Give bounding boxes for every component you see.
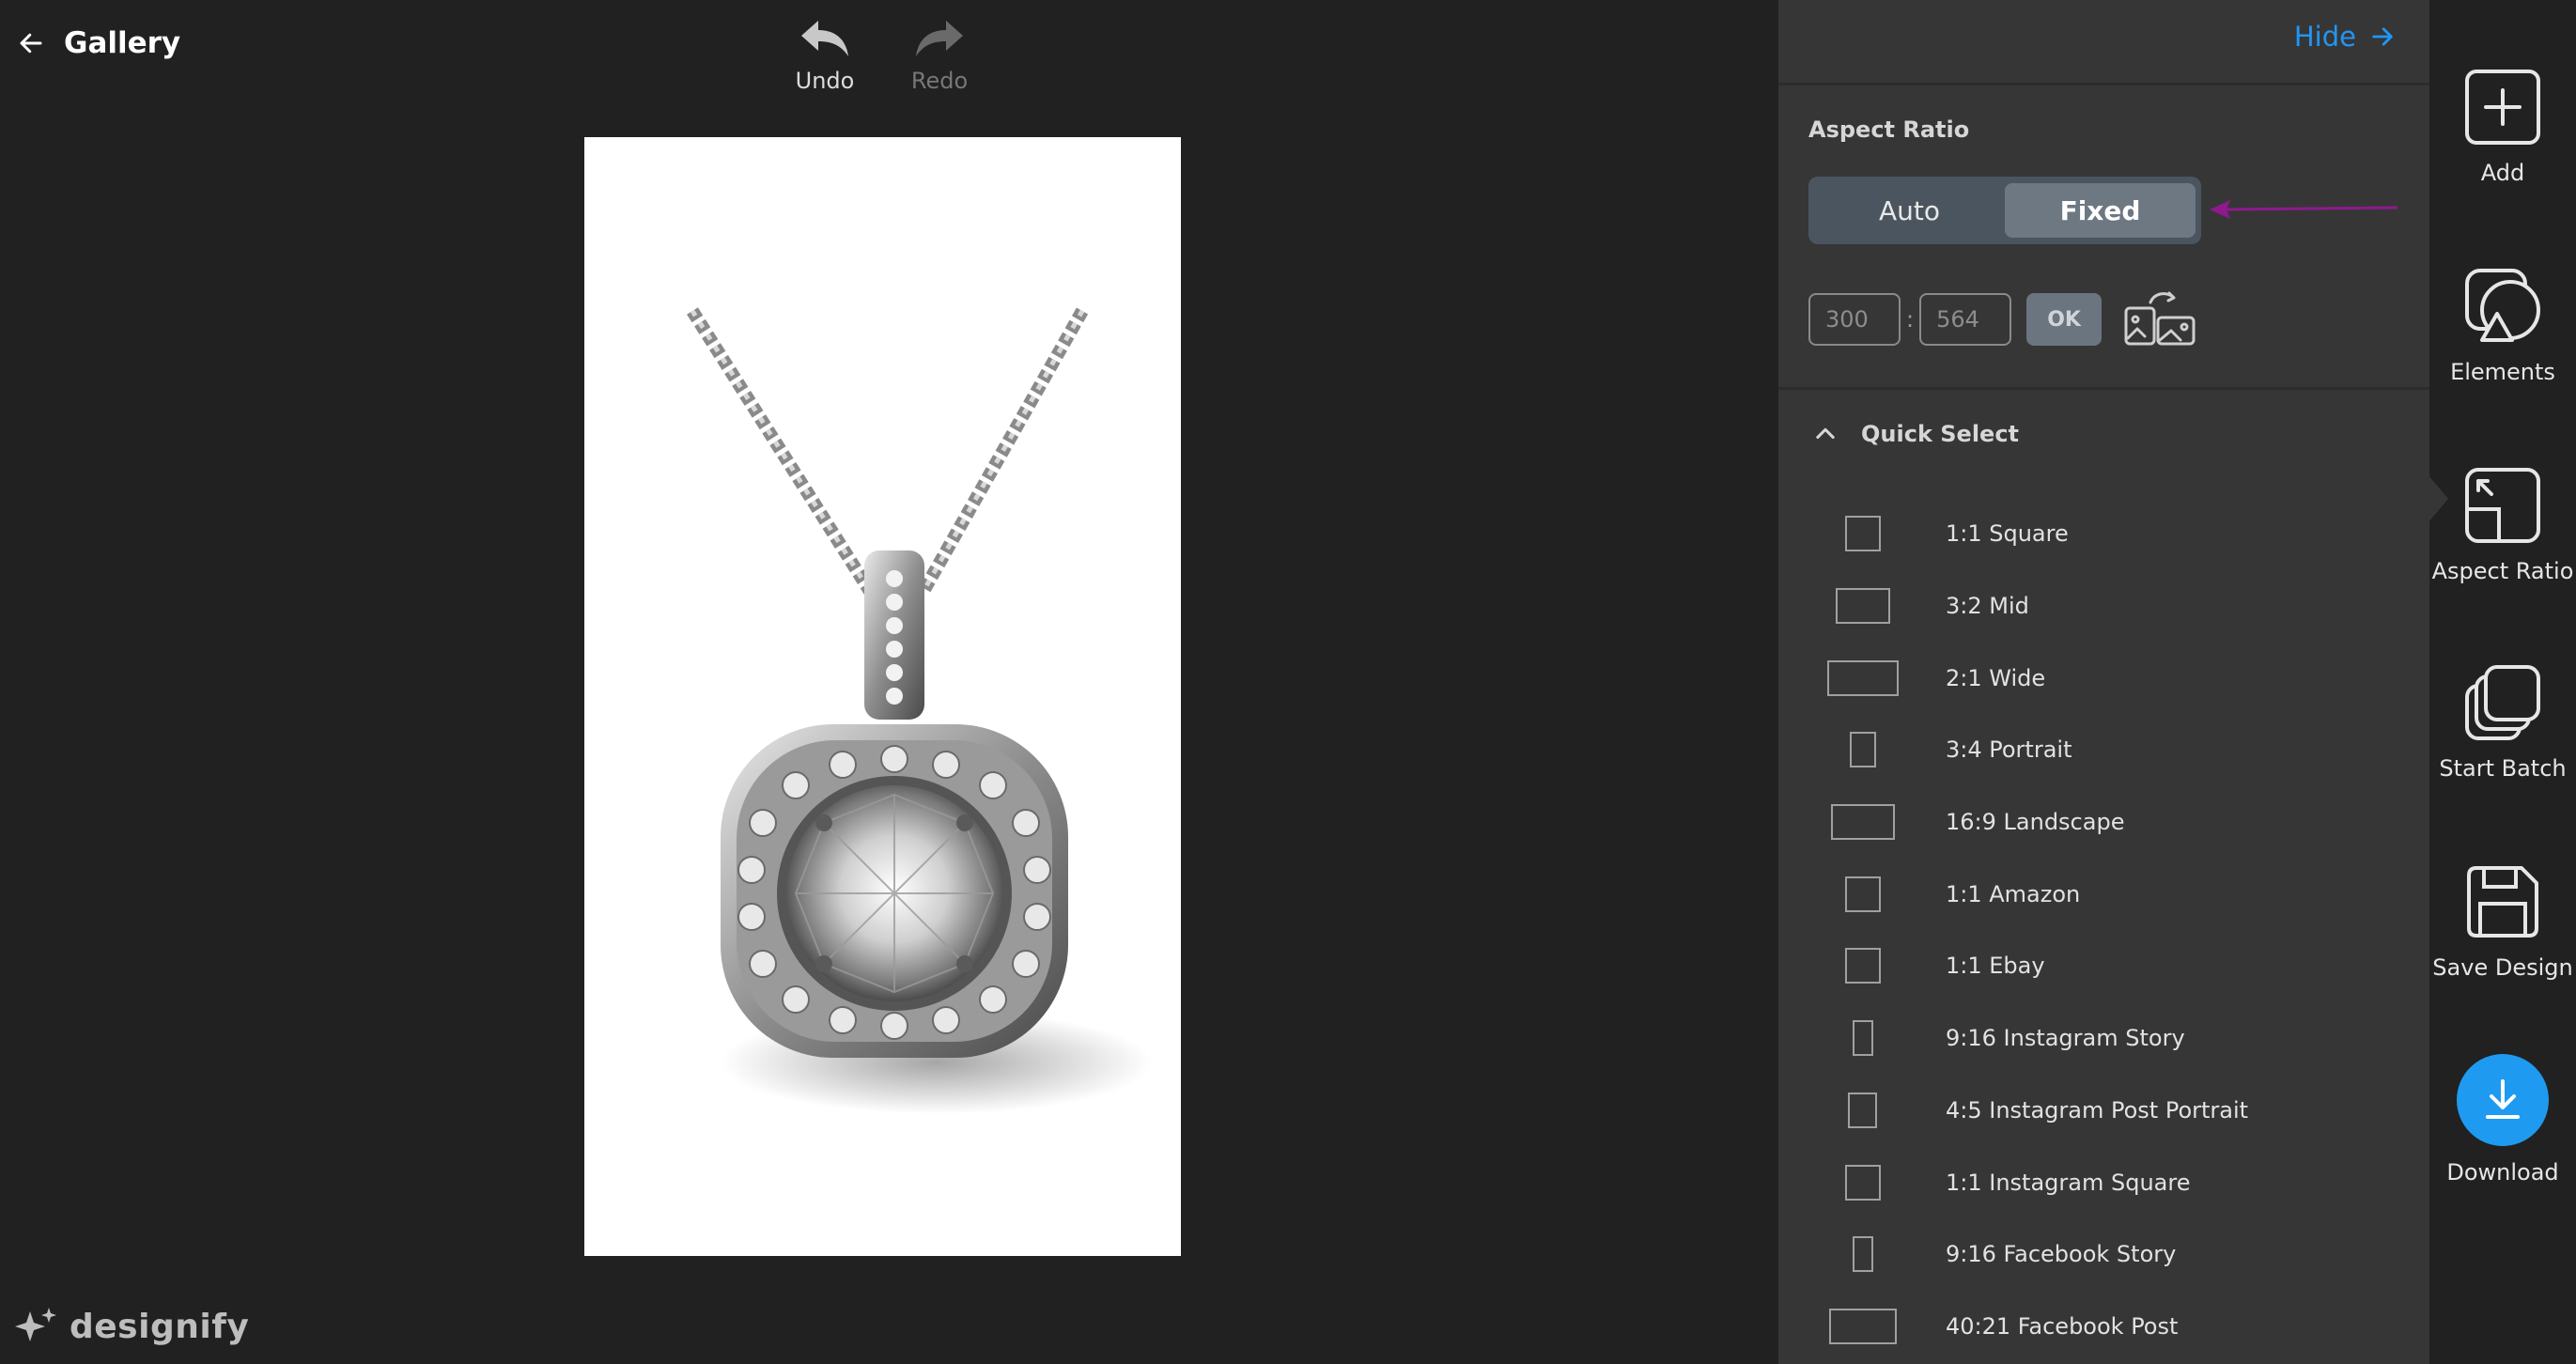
undo-label: Undo xyxy=(795,68,855,94)
quick-select-label: 1:1 Ebay xyxy=(1946,953,2045,980)
design-canvas[interactable] xyxy=(584,137,1181,1256)
tool-download[interactable]: Download xyxy=(2429,1054,2576,1186)
tool-aspect-ratio[interactable]: Aspect Ratio xyxy=(2429,466,2576,584)
quick-select-item-1-1-ebay[interactable]: 1:1 Ebay xyxy=(1778,930,2429,1002)
ratio-square-icon xyxy=(1844,948,1881,984)
ratio-separator: : xyxy=(1906,306,1915,333)
quick-select-item-9-16-facebook-story[interactable]: 9:16 Facebook Story xyxy=(1778,1218,2429,1291)
arrow-left-icon xyxy=(20,33,42,54)
designify-logo: designify xyxy=(13,1306,249,1347)
right-toolbar: Add Elements Aspect Ratio Start Batch Sa… xyxy=(2428,0,2576,1364)
quick-select-item-3-4-portrait[interactable]: 3:4 Portrait xyxy=(1778,714,2429,786)
quick-select-label: 3:2 Mid xyxy=(1946,593,2029,620)
quick-select-label: 9:16 Facebook Story xyxy=(1946,1241,2177,1268)
save-icon xyxy=(2467,866,2538,938)
ratio-width-input[interactable] xyxy=(1808,293,1901,346)
quick-select-label: 16:9 Landscape xyxy=(1946,809,2125,836)
ratio-square-icon xyxy=(1844,516,1881,552)
panel-divider xyxy=(1778,387,2429,390)
hide-panel-button[interactable]: Hide xyxy=(2294,21,2396,53)
tool-label: Download xyxy=(2446,1159,2559,1186)
sparkle-icon xyxy=(15,1308,56,1341)
brand-name: designify xyxy=(70,1307,250,1346)
ratio-input-row: : OK xyxy=(1808,289,2197,349)
pendant-product-image xyxy=(687,307,1153,1114)
annotation-arrow-icon xyxy=(2210,200,2398,219)
ratio-story-icon xyxy=(1852,1236,1873,1273)
hide-label: Hide xyxy=(2293,21,2356,53)
quick-select-label: 3:4 Portrait xyxy=(1946,736,2072,764)
chevron-up-icon xyxy=(1816,427,1835,440)
ratio-story-icon xyxy=(1852,1020,1873,1057)
quick-select-label: 4:5 Instagram Post Portrait xyxy=(1946,1096,2249,1124)
tool-elements[interactable]: Elements xyxy=(2429,267,2576,385)
quick-select-label: 40:21 Facebook Post xyxy=(1946,1312,2179,1340)
quick-select-item-1-1-amazon[interactable]: 1:1 Amazon xyxy=(1778,858,2429,930)
quick-select-toggle[interactable]: Quick Select xyxy=(1812,421,2019,447)
ratio-wide-icon xyxy=(1826,659,1899,696)
aspect-ratio-title: Aspect Ratio xyxy=(1808,116,1970,143)
quick-select-label: 2:1 Wide xyxy=(1946,664,2046,691)
ratio-square-icon xyxy=(1844,876,1881,912)
tool-save-design[interactable]: Save Design xyxy=(2429,862,2576,981)
quick-select-item-40-21-facebook-post[interactable]: 40:21 Facebook Post xyxy=(1778,1291,2429,1363)
ratio-height-input[interactable] xyxy=(1919,293,2012,346)
tool-label: Add xyxy=(2480,160,2525,186)
quick-select-item-2-1-wide[interactable]: 2:1 Wide xyxy=(1778,642,2429,714)
ratio-landscape-icon xyxy=(1835,588,1890,625)
tool-label: Start Batch xyxy=(2439,755,2567,782)
arrow-right-icon xyxy=(2372,27,2393,46)
tool-start-batch[interactable]: Start Batch xyxy=(2429,663,2576,782)
quick-select-item-4-5-instagram-post-portrait[interactable]: 4:5 Instagram Post Portrait xyxy=(1778,1075,2429,1147)
quick-select-label: 1:1 Square xyxy=(1946,520,2069,548)
quick-select-item-9-16-instagram-story[interactable]: 9:16 Instagram Story xyxy=(1778,1002,2429,1075)
shapes-icon xyxy=(2465,269,2540,342)
redo-icon xyxy=(916,21,963,56)
ratio-square-icon xyxy=(1844,1164,1881,1201)
ok-button[interactable]: OK xyxy=(2026,293,2103,346)
mode-auto-button[interactable]: Auto xyxy=(1814,183,2005,238)
quick-select-item-16-9-landscape[interactable]: 16:9 Landscape xyxy=(1778,786,2429,859)
aspect-mode-toggle: Auto Fixed xyxy=(1808,177,2201,244)
quick-select-item-1-1-instagram-square[interactable]: 1:1 Instagram Square xyxy=(1778,1146,2429,1218)
quick-select-title: Quick Select xyxy=(1861,421,2020,447)
quick-select-label: 1:1 Amazon xyxy=(1946,880,2081,907)
redo-button[interactable]: Redo xyxy=(892,17,986,94)
ratio-wide-icon xyxy=(1828,1308,1897,1344)
quick-select-item-1-1-square[interactable]: 1:1 Square xyxy=(1778,498,2429,570)
ratio-landscape-icon xyxy=(1830,804,1895,841)
quick-select-label: 9:16 Instagram Story xyxy=(1946,1025,2185,1052)
redo-label: Redo xyxy=(910,68,969,94)
back-label: Gallery xyxy=(64,26,181,60)
panel-divider xyxy=(1778,83,2429,85)
tool-label: Elements xyxy=(2450,359,2555,385)
download-button[interactable] xyxy=(2457,1054,2549,1146)
ratio-portrait-icon xyxy=(1849,732,1876,768)
mode-fixed-button[interactable]: Fixed xyxy=(2005,183,2196,238)
undo-icon xyxy=(801,21,848,56)
quick-select-item-3-2-mid[interactable]: 3:2 Mid xyxy=(1778,570,2429,643)
ratio-portrait-icon xyxy=(1848,1092,1877,1128)
undo-button[interactable]: Undo xyxy=(778,17,872,94)
back-to-gallery-button[interactable]: Gallery xyxy=(17,21,180,66)
layers-icon xyxy=(2465,665,2540,740)
tool-add[interactable]: Add xyxy=(2429,68,2576,186)
tool-label: Aspect Ratio xyxy=(2431,558,2574,584)
aspect-ratio-icon xyxy=(2465,468,2540,543)
quick-select-label: 1:1 Instagram Square xyxy=(1946,1169,2191,1196)
plus-square-icon xyxy=(2465,70,2540,145)
tool-label: Save Design xyxy=(2432,954,2573,981)
swap-orientation-icon[interactable] xyxy=(2122,289,2197,349)
quick-select-list: 1:1 Square 3:2 Mid 2:1 Wide 3:4 Portrait… xyxy=(1778,498,2429,1362)
aspect-ratio-panel: Hide Aspect Ratio Auto Fixed : OK xyxy=(1778,0,2429,1364)
download-icon xyxy=(2486,1079,2520,1119)
